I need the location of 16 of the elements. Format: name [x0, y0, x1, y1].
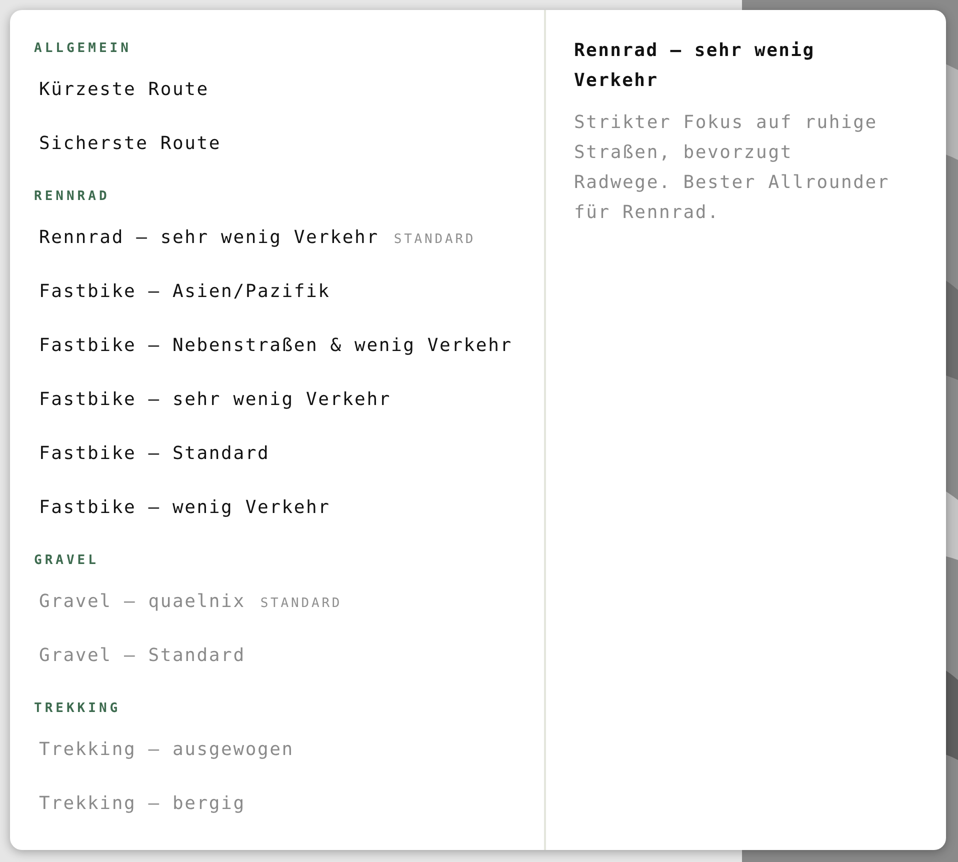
- group-heading: TREKKING: [34, 700, 122, 718]
- profile-option[interactable]: Fastbike — Nebenstraßen & wenig Verkehr: [34, 330, 518, 362]
- profile-option[interactable]: Fastbike — Standard: [34, 438, 275, 470]
- profile-option[interactable]: Rennrad — sehr wenig Verkehr: [34, 222, 384, 254]
- profile-option[interactable]: Sicherste Route: [34, 128, 226, 160]
- profile-option[interactable]: Fastbike — wenig Verkehr: [34, 492, 336, 524]
- group-heading: RENNRAD: [34, 188, 111, 206]
- profile-option[interactable]: Fastbike — sehr wenig Verkehr: [34, 384, 396, 416]
- detail-title: Rennrad — sehr wenig Verkehr: [574, 39, 816, 93]
- group-heading: GRAVEL: [34, 552, 100, 570]
- profile-option[interactable]: Kürzeste Route: [34, 74, 214, 106]
- profile-option[interactable]: Fastbike — Asien/Pazifik: [34, 276, 336, 308]
- group-heading: ALLGEMEIN: [34, 40, 132, 58]
- default-tag: STANDARD: [394, 232, 476, 247]
- detail-description: Strikter Fokus auf ruhige Straßen, bevorzugt Radwege. Bester Allrounder für Rennrad.: [574, 111, 891, 225]
- default-tag: STANDARD: [260, 596, 342, 611]
